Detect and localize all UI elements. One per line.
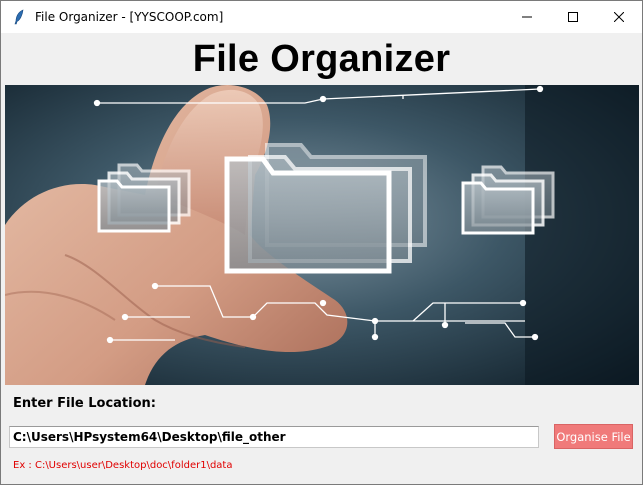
maximize-icon bbox=[568, 12, 578, 22]
window-controls bbox=[504, 1, 642, 33]
page-title: File Organizer bbox=[192, 37, 451, 80]
close-icon bbox=[614, 12, 624, 22]
header: File Organizer bbox=[1, 33, 642, 85]
feather-icon bbox=[11, 9, 27, 25]
minimize-button[interactable] bbox=[504, 1, 550, 33]
title-bar[interactable]: File Organizer - [YYSCOOP.com] bbox=[1, 1, 642, 33]
app-window: File Organizer - [YYSCOOP.com] File Orga… bbox=[0, 0, 643, 485]
hand-touching-folders-icon bbox=[5, 85, 639, 385]
minimize-icon bbox=[522, 16, 532, 18]
location-label: Enter File Location: bbox=[13, 396, 156, 411]
file-location-input[interactable] bbox=[9, 426, 539, 448]
window-title: File Organizer - [YYSCOOP.com] bbox=[35, 10, 224, 24]
organise-file-button[interactable]: Organise File bbox=[554, 424, 633, 449]
maximize-button[interactable] bbox=[550, 1, 596, 33]
example-hint: Ex : C:\Users\user\Desktop\doc\folder1\d… bbox=[13, 460, 233, 471]
banner-image bbox=[5, 85, 639, 385]
close-button[interactable] bbox=[596, 1, 642, 33]
